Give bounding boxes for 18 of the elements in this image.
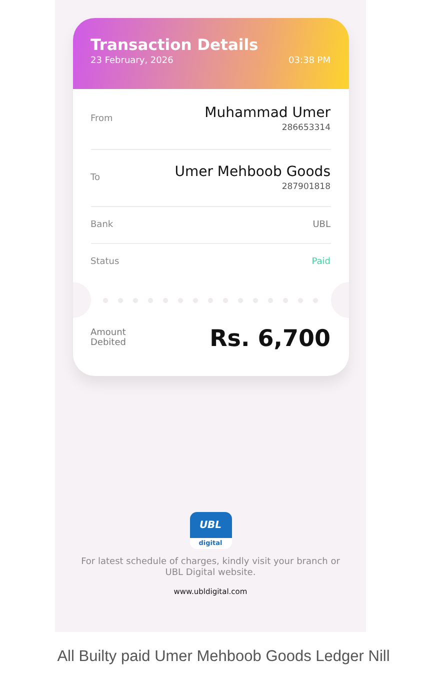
account-number: 287901818 <box>282 182 330 192</box>
time-text: 03:38 PM <box>288 56 330 66</box>
status-value: Paid <box>312 257 330 267</box>
field-label: From <box>90 114 113 124</box>
field-value: UBL <box>312 220 330 230</box>
account-name: Umer Mehboob Goods <box>174 164 330 180</box>
date-text: 23 February, 2026 <box>90 56 174 66</box>
field-label: Status <box>90 257 120 267</box>
account-number: 286653314 <box>282 123 330 133</box>
charges-note: For latest schedule of charges, kindly visit your branch or UBL Digital website. <box>80 557 341 579</box>
field-label: To <box>90 173 100 183</box>
account-name: Muhammad Umer <box>204 105 330 121</box>
field-label: Bank <box>90 220 114 230</box>
caption-text: All Builty paid Umer Mehboob Goods Ledger Nill <box>57 648 390 666</box>
receipt-title: Transaction Details <box>90 36 260 54</box>
amount-value: Rs. 6,700 <box>210 326 330 352</box>
amount-label: Amount Debited <box>90 329 126 349</box>
logo-mark: UBL <box>199 520 222 530</box>
